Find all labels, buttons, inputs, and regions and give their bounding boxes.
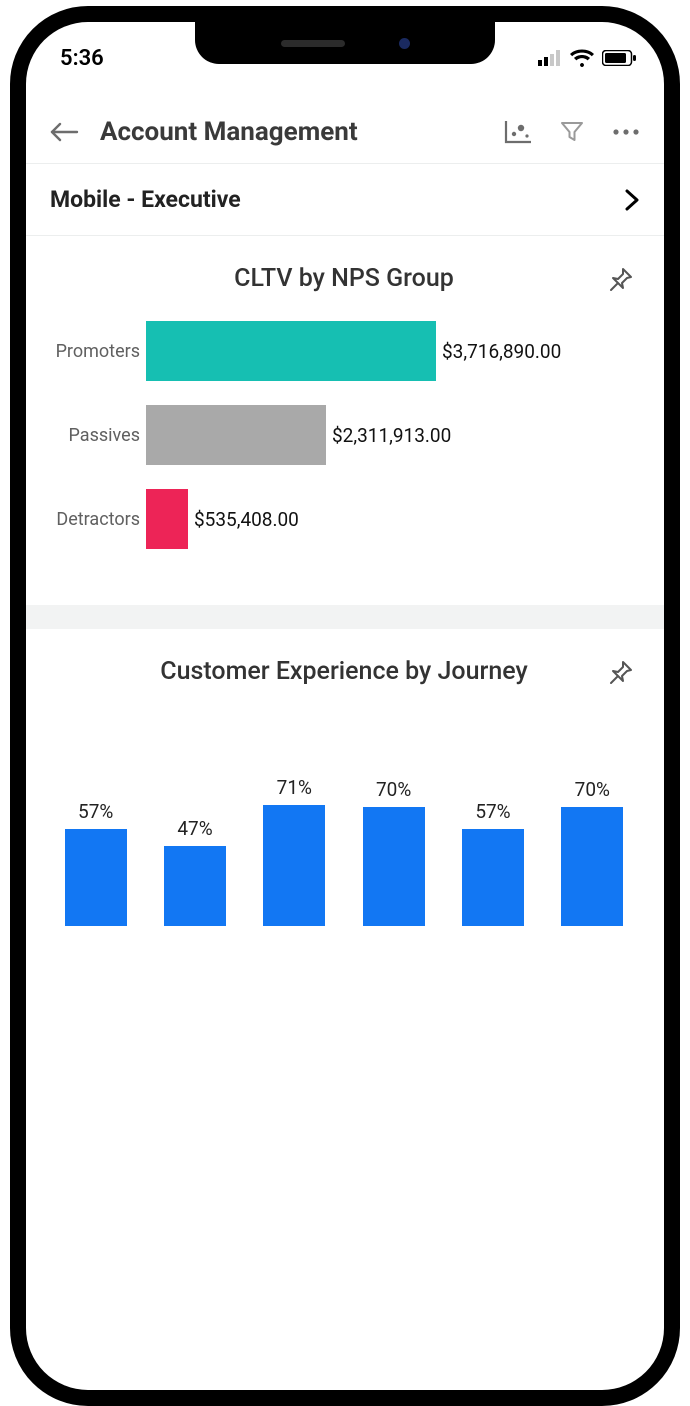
card-title: Customer Experience by Journey — [160, 657, 527, 686]
chart-type-button[interactable] — [500, 114, 536, 150]
bar-row: Detractors $535,408.00 — [38, 489, 650, 549]
filter-button[interactable] — [554, 114, 590, 150]
column[interactable]: 47% — [157, 817, 233, 926]
column[interactable]: 70% — [356, 778, 432, 926]
more-button[interactable] — [608, 114, 644, 150]
section-divider — [26, 605, 664, 629]
column-value: 71% — [277, 776, 312, 799]
bar-value: $2,311,913.00 — [332, 424, 451, 447]
column-bar — [561, 807, 623, 926]
bar-row: Passives $2,311,913.00 — [38, 405, 650, 465]
more-horizontal-icon — [611, 127, 641, 137]
wifi-icon — [570, 49, 594, 67]
volume-up-button — [14, 266, 20, 336]
card-title: CLTV by NPS Group — [234, 264, 454, 293]
page-title: Account Management — [100, 117, 358, 147]
funnel-icon — [559, 119, 585, 145]
battery-icon — [602, 50, 636, 66]
bar[interactable] — [146, 321, 436, 381]
column-value: 70% — [376, 778, 411, 801]
workspace-selector[interactable]: Mobile - Executive — [26, 164, 664, 236]
bar-category: Detractors — [38, 509, 146, 530]
pin-button[interactable] — [606, 266, 636, 296]
nav-bar: Account Management — [26, 100, 664, 164]
back-button[interactable] — [46, 114, 82, 150]
column-bar — [65, 829, 127, 926]
bar-value: $535,408.00 — [194, 508, 299, 531]
column-chart: 57% 47% 71% 70% 57% 70% — [38, 716, 650, 926]
bar-category: Passives — [38, 425, 146, 446]
pin-button[interactable] — [606, 659, 636, 689]
pin-icon — [606, 266, 634, 294]
column-value: 70% — [575, 778, 610, 801]
bar-row: Promoters $3,716,890.00 — [38, 321, 650, 381]
column-value: 57% — [78, 800, 113, 823]
phone-frame: 5:36 — [10, 6, 680, 1406]
column-bar — [363, 807, 425, 926]
column-bar — [164, 846, 226, 926]
volume-down-button — [14, 352, 20, 422]
column[interactable]: 71% — [256, 776, 332, 926]
column-bar — [462, 829, 524, 926]
column[interactable]: 57% — [58, 800, 134, 926]
workspace-label: Mobile - Executive — [50, 186, 241, 213]
cellular-icon — [538, 50, 562, 66]
pin-icon — [606, 659, 634, 687]
column-bar — [263, 805, 325, 926]
card-cltv: CLTV by NPS Group Promoters $3,716,890.00… — [26, 236, 664, 605]
card-cx-journey: Customer Experience by Journey 57% 47% 71%… — [26, 629, 664, 958]
mute-switch — [14, 204, 20, 240]
scatter-chart-icon — [503, 119, 533, 145]
chevron-right-icon — [624, 188, 640, 212]
column[interactable]: 70% — [554, 778, 630, 926]
screen: 5:36 — [26, 22, 664, 1390]
bar[interactable] — [146, 405, 326, 465]
column[interactable]: 57% — [455, 800, 531, 926]
notch — [195, 22, 495, 64]
power-button — [670, 278, 676, 382]
column-value: 57% — [475, 800, 510, 823]
arrow-left-icon — [49, 121, 79, 143]
bar-category: Promoters — [38, 341, 146, 362]
bar-value: $3,716,890.00 — [442, 340, 561, 363]
column-value: 47% — [177, 817, 212, 840]
bar[interactable] — [146, 489, 188, 549]
status-time: 5:36 — [60, 46, 104, 71]
